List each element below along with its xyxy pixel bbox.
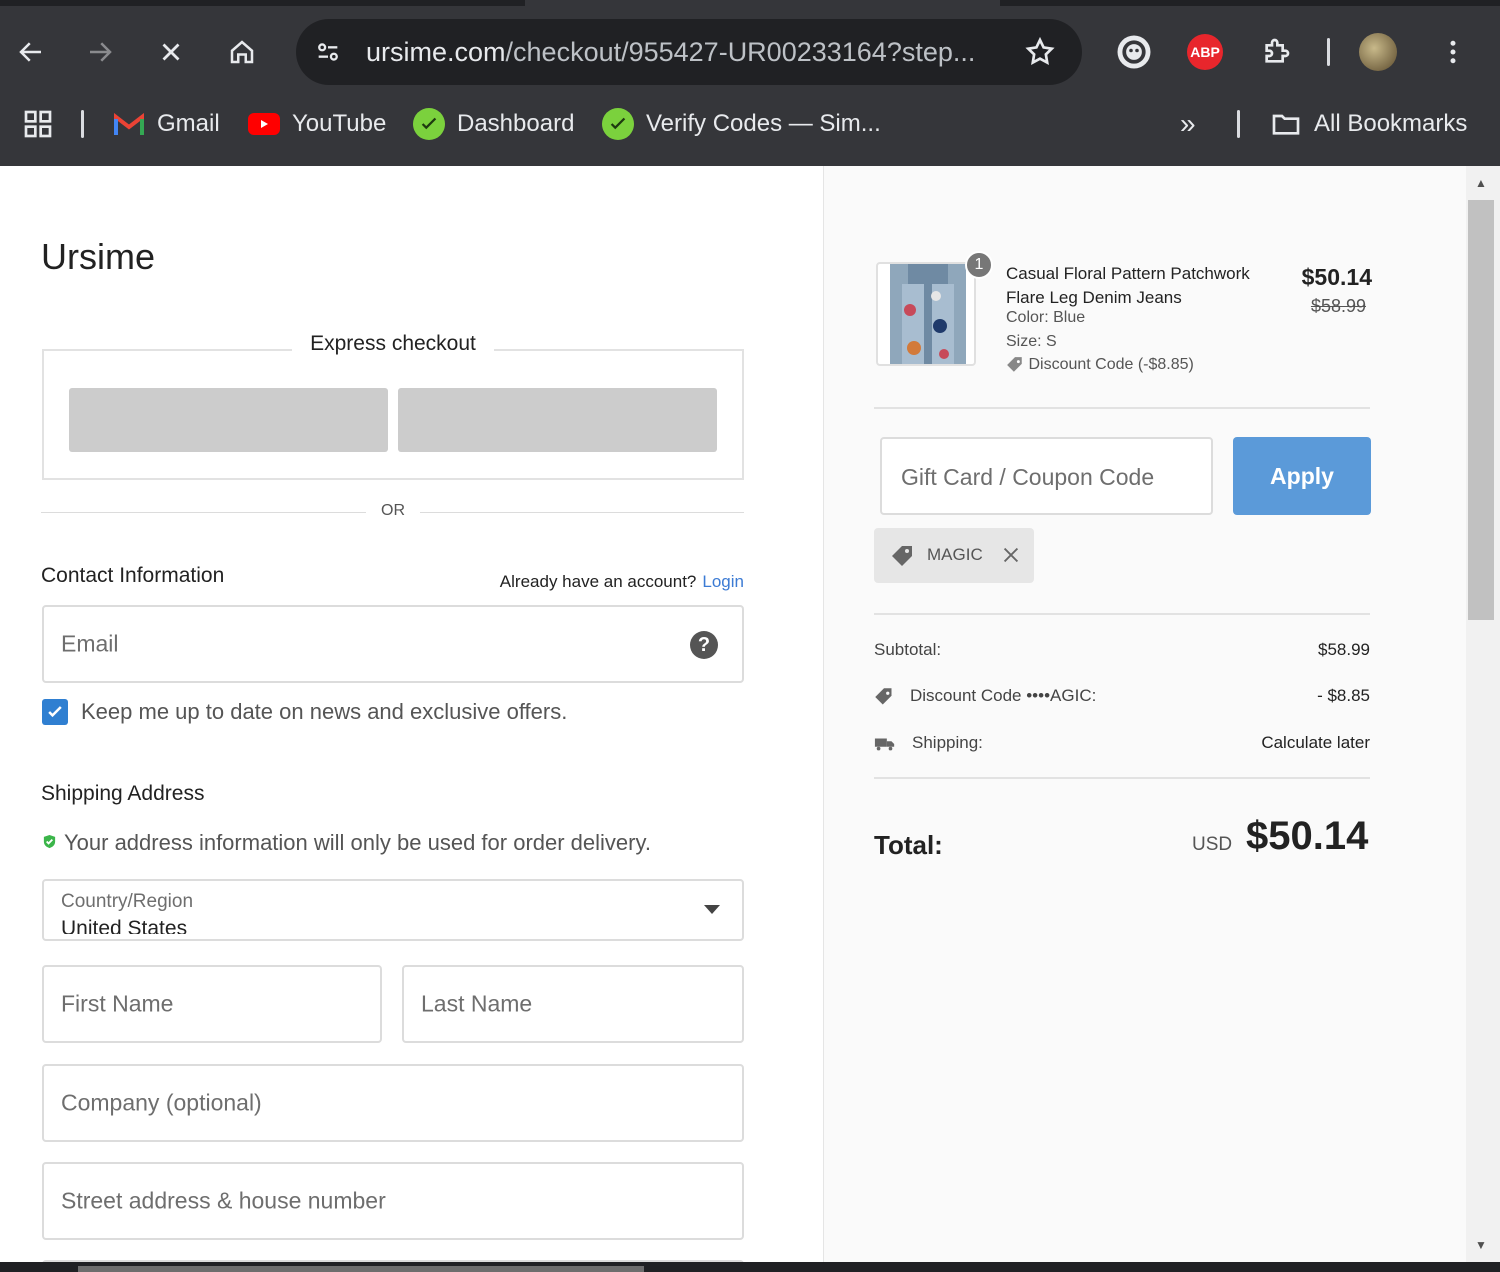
- address-privacy-note: Your address information will only be us…: [64, 830, 651, 855]
- express-pay-button-2[interactable]: [398, 388, 717, 452]
- coupon-code-input[interactable]: Gift Card / Coupon Code: [880, 437, 1213, 515]
- product-thumbnail: [876, 262, 976, 366]
- express-checkout-title: Express checkout: [292, 332, 494, 356]
- apps-grid-icon: [24, 110, 52, 138]
- more-bookmarks-button[interactable]: »: [1180, 104, 1196, 144]
- remove-coupon-icon[interactable]: [1000, 544, 1022, 566]
- avatar: [1359, 33, 1397, 71]
- youtube-icon: [248, 108, 280, 140]
- forward-button[interactable]: [76, 28, 124, 76]
- apply-coupon-button[interactable]: Apply: [1233, 437, 1371, 515]
- product-color: Color: Blue: [1006, 309, 1086, 326]
- help-icon[interactable]: ?: [690, 631, 718, 659]
- folder-icon: [1270, 108, 1302, 140]
- newsletter-label[interactable]: Keep me up to date on news and exclusive…: [81, 699, 567, 725]
- or-divider-text: OR: [381, 502, 405, 519]
- street-address-field[interactable]: Street address & house number: [42, 1162, 744, 1240]
- home-button[interactable]: [218, 28, 266, 76]
- tag-icon: [1007, 357, 1022, 372]
- arrow-right-icon: [90, 42, 112, 62]
- applied-coupon-chip: MAGIC: [874, 528, 1034, 583]
- tag-icon: [875, 687, 892, 705]
- verify-codes-favicon-icon: [602, 108, 634, 140]
- dashboard-favicon-icon: [413, 108, 445, 140]
- browser-chrome: ursime.com/checkout/955427-UR00233164?st…: [0, 0, 1500, 166]
- product-price: $50.14: [1301, 264, 1372, 290]
- address-bar[interactable]: ursime.com/checkout/955427-UR00233164?st…: [296, 19, 1082, 85]
- gmail-icon: [113, 108, 145, 140]
- shipping-address-title: Shipping Address: [41, 782, 205, 805]
- bookmark-separator: [81, 110, 84, 138]
- newsletter-checkbox[interactable]: [42, 699, 68, 725]
- or-divider-right: [420, 512, 744, 513]
- store-logo[interactable]: Ursime: [41, 236, 155, 278]
- all-bookmarks-button[interactable]: All Bookmarks: [1270, 104, 1467, 144]
- bookmark-gmail[interactable]: Gmail: [113, 104, 220, 144]
- apps-grid-button[interactable]: [22, 104, 54, 144]
- url-text[interactable]: ursime.com/checkout/955427-UR00233164?st…: [366, 37, 975, 68]
- horizontal-scrollbar-thumb[interactable]: [78, 1266, 644, 1272]
- product-size: Size: S: [1006, 333, 1057, 350]
- checkout-page: Ursime Express checkout OR Contact Infor…: [0, 166, 1500, 1272]
- express-pay-button-1[interactable]: [69, 388, 388, 452]
- last-name-field[interactable]: Last Name: [402, 965, 744, 1043]
- total-currency: USD: [1192, 834, 1233, 855]
- bookmark-verify-codes[interactable]: Verify Codes — Sim...: [602, 104, 881, 144]
- checkmark-icon: [48, 706, 62, 718]
- truck-icon: [874, 738, 895, 750]
- stop-loading-button[interactable]: [147, 28, 195, 76]
- bookmark-youtube[interactable]: YouTube: [248, 104, 386, 144]
- country-select[interactable]: Country/Region United States: [42, 879, 744, 941]
- more-vertical-icon: [1450, 40, 1456, 64]
- tag-icon: [892, 546, 912, 566]
- jeans-product-image: [890, 264, 966, 364]
- active-tab[interactable]: [525, 0, 1000, 6]
- login-prompt: Already have an account? Login: [499, 572, 744, 591]
- bookmark-dashboard[interactable]: Dashboard: [413, 104, 574, 144]
- product-discount: Discount Code (-$8.85): [1006, 356, 1194, 374]
- product-original-price: $58.99: [1310, 296, 1366, 316]
- profile-avatar[interactable]: [1356, 30, 1400, 74]
- extension-adblock-icon[interactable]: ABP: [1183, 30, 1227, 74]
- chevron-down-icon: [704, 905, 720, 914]
- bookmark-separator-2: [1237, 110, 1240, 138]
- contact-information-title: Contact Information: [41, 564, 225, 587]
- summary-divider-1: [874, 407, 1370, 409]
- country-value: United States: [61, 917, 188, 934]
- product-name: Casual Floral Pattern Patchwork Flare Le…: [1006, 264, 1250, 307]
- browser-menu-button[interactable]: [1431, 30, 1475, 74]
- email-field[interactable]: Email ?: [42, 605, 744, 683]
- summary-divider-3: [874, 777, 1370, 779]
- arrow-left-icon: [19, 42, 41, 62]
- close-icon: [162, 43, 180, 61]
- or-divider-left: [41, 512, 366, 513]
- shield-check-icon: [43, 834, 56, 849]
- quantity-badge: 1: [965, 251, 993, 279]
- login-link[interactable]: Login: [702, 572, 744, 591]
- summary-divider-2: [874, 613, 1370, 615]
- total-amount: $50.14: [1246, 814, 1369, 858]
- chevron-double-right-icon: »: [1180, 108, 1196, 139]
- total-label: Total:: [874, 830, 943, 860]
- extensions-puzzle-icon[interactable]: [1254, 30, 1298, 74]
- extension-grammarly-icon[interactable]: [1112, 30, 1156, 74]
- site-settings-icon[interactable]: [310, 34, 346, 70]
- bookmark-star-icon[interactable]: [1024, 36, 1056, 68]
- home-icon: [230, 40, 254, 64]
- back-button[interactable]: [7, 28, 55, 76]
- toolbar-separator: [1327, 38, 1330, 66]
- first-name-field[interactable]: First Name: [42, 965, 382, 1043]
- company-field[interactable]: Company (optional): [42, 1064, 744, 1142]
